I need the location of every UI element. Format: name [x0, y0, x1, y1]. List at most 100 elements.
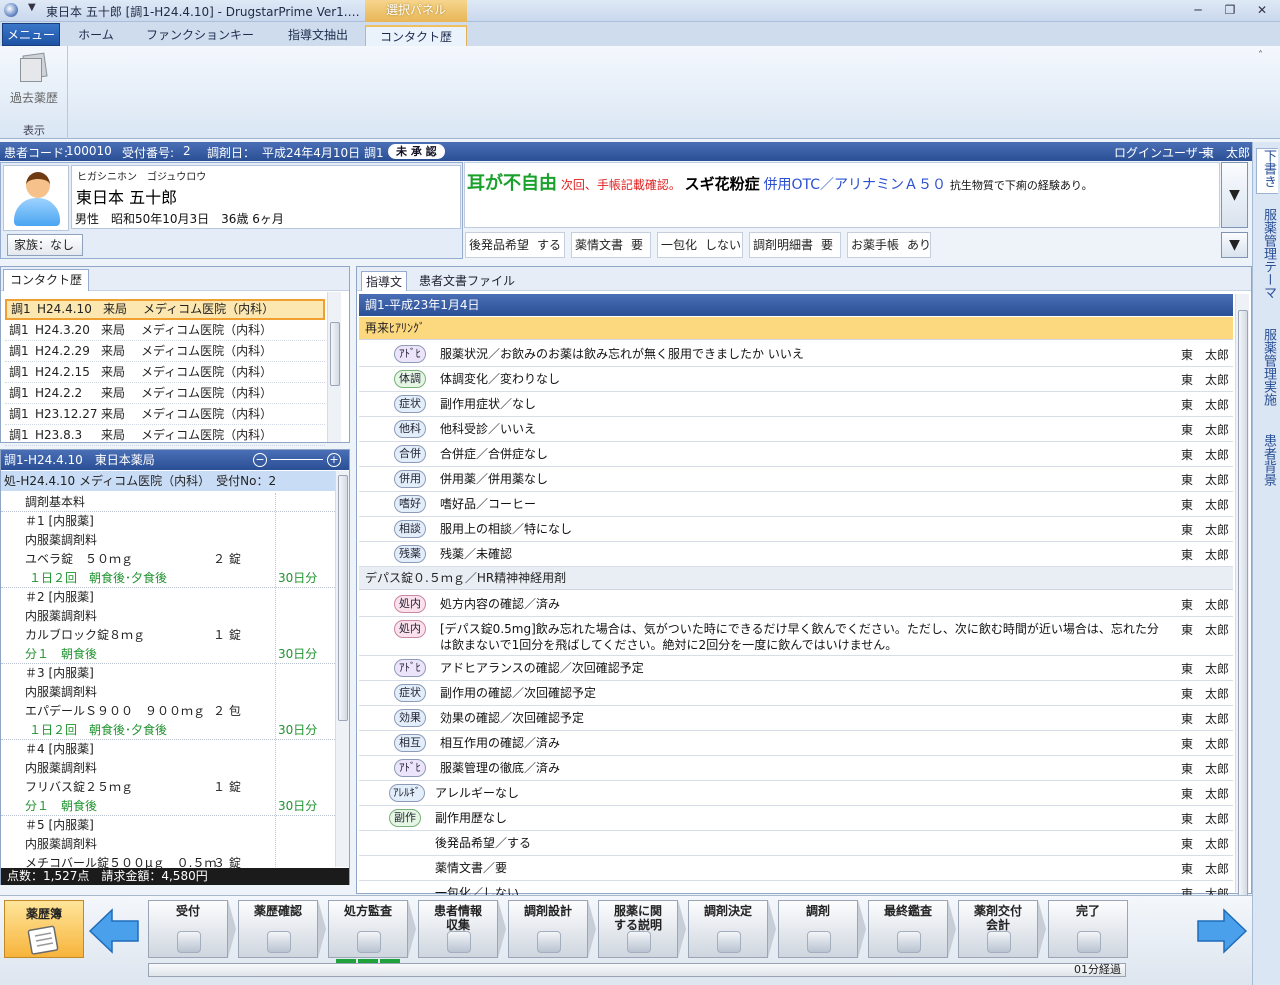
guidance-entry[interactable]: ｱﾚﾙｷﾞ アレルギーなし 東 太郎 — [359, 781, 1233, 806]
workflow-step-patient-info[interactable]: 患者情報 収集 — [418, 900, 498, 958]
dispensing-scrollbar[interactable] — [335, 471, 349, 867]
dispensing-line[interactable]: カルブロック錠８ｍｇ １ 錠 — [1, 626, 335, 645]
guidance-entry[interactable]: 処内 処方内容の確認／済み 東 太郎 — [359, 592, 1233, 617]
tab-function-keys[interactable]: ファンクションキー — [146, 25, 254, 46]
dispensing-line[interactable]: 内服薬調剤料 — [1, 531, 335, 550]
family-button[interactable]: 家族：なし — [7, 234, 83, 256]
side-tab-management-done[interactable]: 服薬管理実施 — [1256, 328, 1278, 424]
dispensing-scroll-thumb[interactable] — [338, 475, 348, 721]
dispensing-line[interactable]: 分１ 朝食後 30日分 — [1, 645, 335, 664]
side-tab-patient-background[interactable]: 患者背景 — [1256, 434, 1278, 504]
guidance-entry[interactable]: ｱﾄﾞﾋ 服薬管理の徹底／済み 東 太郎 — [359, 756, 1233, 781]
dispensing-line[interactable]: １日２回 朝食後･夕食後 30日分 — [1, 569, 335, 588]
side-tab-management-theme[interactable]: 服薬管理テーマ — [1256, 208, 1278, 318]
side-tab-draft[interactable]: 下書き — [1256, 148, 1278, 194]
tab-contact-history[interactable]: コンタクト歴 — [365, 25, 467, 46]
dispensing-line[interactable]: ＃1 [内服薬] — [1, 512, 335, 531]
workflow-step-reception[interactable]: 受付 — [148, 900, 228, 958]
workflow-step-complete[interactable]: 完了 — [1048, 900, 1128, 958]
guidance-section-header[interactable]: 再来ﾋｱﾘﾝｸﾞ — [359, 317, 1233, 340]
dispensing-line[interactable]: ユベラ錠 ５０ｍｇ ２ 錠 — [1, 550, 335, 569]
menu-button[interactable]: メニュー — [2, 23, 60, 46]
guidance-entry[interactable]: ｱﾄﾞﾋ アドヒアランスの確認／次回確認予定 東 太郎 — [359, 656, 1233, 681]
guidance-entry[interactable]: 併用 併用薬／併用薬なし 東 太郎 — [359, 467, 1233, 492]
past-history-icon[interactable] — [20, 52, 48, 82]
guidance-scrollbar[interactable] — [1235, 294, 1249, 900]
dispensing-line[interactable]: ＃3 [内服薬] — [1, 664, 335, 683]
ribbon-collapse-icon[interactable]: ˄ — [1258, 50, 1272, 62]
restore-button[interactable]: ❐ — [1219, 2, 1241, 18]
contact-row[interactable]: 調1 H24.4.10 来局 メディコム医院（内科） — [5, 299, 325, 320]
dispensing-line[interactable]: ＃5 [内服薬] — [1, 816, 335, 835]
workflow-step-explanation[interactable]: 服薬に関 する説明 — [598, 900, 678, 958]
dispensing-line[interactable]: 内服薬調剤料 — [1, 607, 335, 626]
tab-contact-list[interactable]: コンタクト歴 — [3, 269, 90, 291]
workflow-step-history-check[interactable]: 薬歴確認 — [238, 900, 318, 958]
guidance-entry[interactable]: 残薬 残薬／未確認 東 太郎 — [359, 542, 1233, 567]
contact-row[interactable]: 調1 H23.12.27 来局 メディコム医院（内科） — [5, 404, 325, 425]
dispensing-line[interactable]: １日２回 朝食後･夕食後 30日分 — [1, 721, 335, 740]
quick-access-dropdown-icon[interactable]: ▼ — [28, 2, 36, 13]
dispensing-line[interactable]: フリバス錠２５ｍｇ １ 錠 — [1, 778, 335, 797]
guidance-entry[interactable]: 副作 副作用歴なし 東 太郎 — [359, 806, 1233, 831]
guidance-entry[interactable]: 他科 他科受診／いいえ 東 太郎 — [359, 417, 1233, 442]
guidance-entry[interactable]: 症状 副作用症状／なし 東 太郎 — [359, 392, 1233, 417]
dispensing-line[interactable]: 調剤基本料 — [1, 493, 335, 512]
dispensing-line[interactable]: 内服薬調剤料 — [1, 683, 335, 702]
minimize-button[interactable]: ─ — [1187, 2, 1209, 18]
workflow-step-rx-audit[interactable]: 処方監査 — [328, 900, 408, 963]
flag-drug-info[interactable]: 薬情文書要 — [571, 232, 651, 258]
contact-row[interactable]: 調1 H24.2.2 来局 メディコム医院（内科） — [5, 383, 325, 404]
guidance-entry[interactable]: ｱﾄﾞﾋ 服薬状況／お飲みのお薬は飲み忘れが無く服用できましたか いいえ 東 太郎 — [359, 342, 1233, 367]
guidance-entry[interactable]: 嗜好 嗜好品／コーヒー 東 太郎 — [359, 492, 1233, 517]
contact-row[interactable]: 調1 H23.8.3 来局 メディコム医院（内科） — [5, 425, 325, 446]
guidance-entry[interactable]: 相互 相互作用の確認／済み 東 太郎 — [359, 731, 1233, 756]
flags-dropdown-button[interactable]: ▼ — [1221, 232, 1248, 258]
contact-row[interactable]: 調1 H24.3.20 来局 メディコム医院（内科） — [5, 320, 325, 341]
tab-guidance-extract[interactable]: 指導文抽出 — [274, 25, 362, 46]
zoom-in-icon[interactable]: + — [327, 453, 341, 467]
past-history-button[interactable]: 過去薬歴 — [0, 89, 68, 106]
dispensing-line[interactable]: 内服薬調剤料 — [1, 759, 335, 778]
workflow-step-dispense[interactable]: 調剤 — [778, 900, 858, 958]
forward-arrow-icon[interactable] — [1196, 908, 1248, 954]
tab-guidance-text[interactable]: 指導文 — [361, 271, 408, 291]
workflow-step-dispense-decision[interactable]: 調剤決定 — [688, 900, 768, 958]
guidance-entry[interactable]: 処内 [デパス錠0.5mg]飲み忘れた場合は、気がついた時にできるだけ早く飲んでく… — [359, 617, 1233, 656]
zoom-slider[interactable] — [271, 459, 323, 460]
workflow-step-final-audit[interactable]: 最終鑑査 — [868, 900, 948, 958]
contact-scroll-thumb[interactable] — [330, 322, 340, 386]
guidance-entry[interactable]: 合併 合併症／合併症なし 東 太郎 — [359, 442, 1233, 467]
yakureki-button[interactable]: 薬歴簿 — [4, 900, 84, 958]
workflow-step-dispense-design[interactable]: 調剤設計 — [508, 900, 588, 958]
workflow-step-handover-payment[interactable]: 薬剤交付 会計 — [958, 900, 1038, 958]
back-arrow-icon[interactable] — [88, 908, 140, 954]
contact-row[interactable]: 調1 H24.2.15 来局 メディコム医院（内科） — [5, 362, 325, 383]
guidance-entry[interactable]: 薬情文書／要 東 太郎 — [359, 856, 1233, 881]
dispensing-line[interactable]: ＃2 [内服薬] — [1, 588, 335, 607]
zoom-control[interactable]: − + — [253, 453, 343, 467]
dispensing-line[interactable]: ＃4 [内服薬] — [1, 740, 335, 759]
guidance-entry[interactable]: 効果 効果の確認／次回確認予定 東 太郎 — [359, 706, 1233, 731]
flag-statement[interactable]: 調剤明細書要 — [749, 232, 841, 258]
tab-home[interactable]: ホーム — [66, 25, 126, 46]
guidance-entry[interactable]: 相談 服用上の相談／特になし 東 太郎 — [359, 517, 1233, 542]
dispensing-line[interactable]: 分１ 朝食後 30日分 — [1, 797, 335, 816]
close-button[interactable]: ✕ — [1251, 2, 1273, 18]
tab-patient-files[interactable]: 患者文書ファイル — [415, 271, 519, 291]
flag-generic[interactable]: 後発品希望 する — [465, 232, 565, 258]
flag-one-dose[interactable]: 一包化 しない — [657, 232, 743, 258]
alert-dropdown-button[interactable]: ▼ — [1221, 162, 1248, 228]
guidance-entry[interactable]: 症状 副作用の確認／次回確認予定 東 太郎 — [359, 681, 1233, 706]
contact-scrollbar[interactable] — [327, 292, 341, 442]
guidance-entry[interactable]: 体調 体調変化／変わりなし 東 太郎 — [359, 367, 1233, 392]
flag-notebook[interactable]: お薬手帳 あり — [847, 232, 931, 258]
app-icon[interactable] — [4, 3, 18, 17]
contact-row[interactable]: 調1 H24.2.29 来局 メディコム医院（内科） — [5, 341, 325, 362]
guidance-entry[interactable]: 後発品希望／する 東 太郎 — [359, 831, 1233, 856]
zoom-out-icon[interactable]: − — [253, 453, 267, 467]
guidance-section-header[interactable]: デパス錠０.５ｍｇ／HR精神神経用剤 — [359, 567, 1233, 590]
dispensing-line[interactable]: 内服薬調剤料 — [1, 835, 335, 854]
dispensing-line[interactable]: エパデールＳ９００ ９００ｍｇ ２ 包 — [1, 702, 335, 721]
guidance-scroll-thumb[interactable] — [1238, 310, 1248, 900]
